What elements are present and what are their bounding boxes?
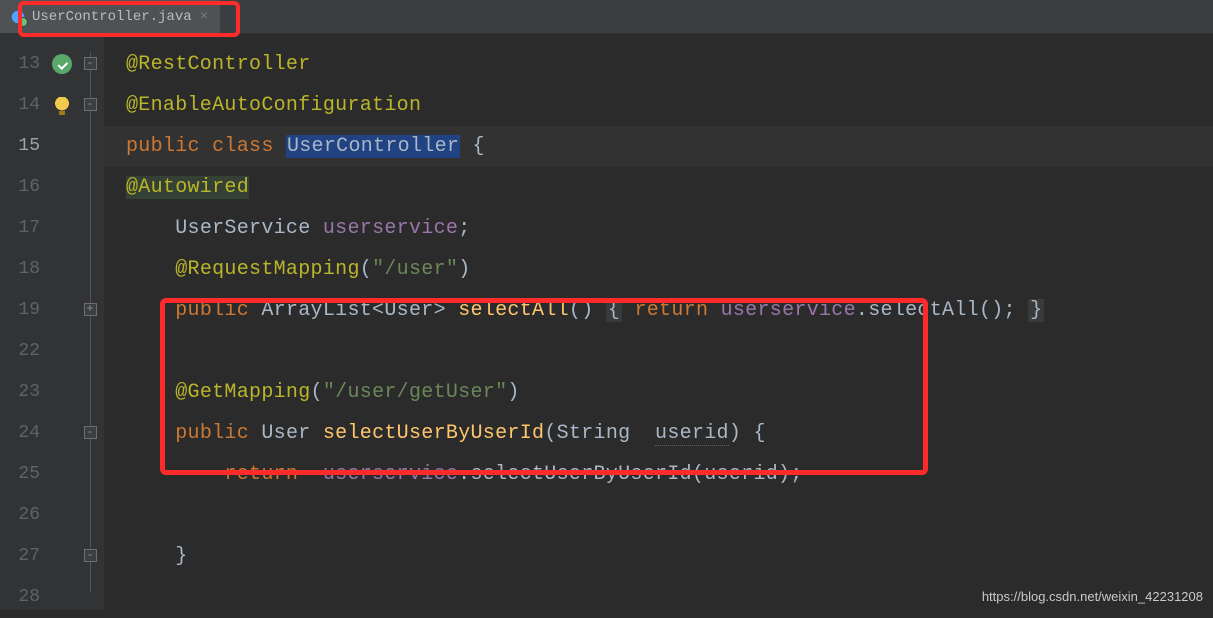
watermark-text: https://blog.csdn.net/weixin_42231208 xyxy=(982,589,1203,604)
code-line[interactable]: @EnableAutoConfiguration xyxy=(104,85,1213,126)
line-number: 18 xyxy=(0,249,48,290)
fold-slot xyxy=(76,126,104,167)
fold-slot xyxy=(76,249,104,290)
gutter-icon-slot xyxy=(48,44,76,85)
fold-slot xyxy=(76,208,104,249)
code-line[interactable] xyxy=(104,495,1213,536)
line-number: 23 xyxy=(0,372,48,413)
tab-bar: UserController.java × xyxy=(0,0,1213,34)
gutter-icon-slot xyxy=(48,208,76,249)
code-line[interactable]: public User selectUserByUserId(String us… xyxy=(104,413,1213,454)
intention-bulb-icon[interactable] xyxy=(54,97,70,113)
fold-slot xyxy=(76,495,104,536)
tab-filename: UserController.java xyxy=(32,9,192,25)
code-line[interactable]: @RestController xyxy=(104,44,1213,85)
fold-slot xyxy=(76,331,104,372)
code-line[interactable]: } xyxy=(104,536,1213,577)
gutter-icon-slot xyxy=(48,249,76,290)
close-icon[interactable]: × xyxy=(198,9,210,25)
line-number: 19 xyxy=(0,290,48,331)
code-line[interactable]: @Autowired xyxy=(104,167,1213,208)
fold-slot xyxy=(76,372,104,413)
gutter-icon-slot xyxy=(48,495,76,536)
code-line[interactable] xyxy=(104,331,1213,372)
line-number: 13 xyxy=(0,44,48,85)
fold-toggle[interactable]: + xyxy=(76,290,104,331)
gutter-icon-slot xyxy=(48,126,76,167)
fold-gutter: - - + - - xyxy=(76,34,104,610)
fold-slot xyxy=(76,454,104,495)
editor-area: 13 14 15 16 17 18 19 22 23 24 25 26 27 2… xyxy=(0,34,1213,610)
code-line[interactable]: @RequestMapping("/user") xyxy=(104,249,1213,290)
line-number: 17 xyxy=(0,208,48,249)
fold-toggle[interactable]: - xyxy=(76,44,104,85)
icon-gutter xyxy=(48,34,76,610)
gutter-icon-slot xyxy=(48,85,76,126)
fold-toggle[interactable]: - xyxy=(76,536,104,577)
line-number: 25 xyxy=(0,454,48,495)
line-number: 27 xyxy=(0,536,48,577)
gutter-icon-slot xyxy=(48,577,76,618)
code-line[interactable]: UserService userservice; xyxy=(104,208,1213,249)
line-number: 22 xyxy=(0,331,48,372)
fold-toggle[interactable]: - xyxy=(76,85,104,126)
gutter-icon-slot xyxy=(48,290,76,331)
gutter-icon-slot xyxy=(48,413,76,454)
gutter-icon-slot xyxy=(48,167,76,208)
code-line[interactable]: return userservice.selectUserByUserId(us… xyxy=(104,454,1213,495)
code-line[interactable]: public ArrayList<User> selectAll() { ret… xyxy=(104,290,1213,331)
gutter-icon-slot xyxy=(48,331,76,372)
java-file-icon xyxy=(10,9,26,25)
fold-slot xyxy=(76,167,104,208)
code-line[interactable]: @GetMapping("/user/getUser") xyxy=(104,372,1213,413)
code-line-current[interactable]: public class UserController { xyxy=(104,126,1213,167)
line-number: 26 xyxy=(0,495,48,536)
run-class-icon[interactable] xyxy=(52,54,72,74)
editor-tab[interactable]: UserController.java × xyxy=(0,0,220,33)
gutter-icon-slot xyxy=(48,454,76,495)
line-number: 14 xyxy=(0,85,48,126)
line-number: 15 xyxy=(0,126,48,167)
fold-slot xyxy=(76,577,104,618)
line-number: 28 xyxy=(0,577,48,618)
fold-toggle[interactable]: - xyxy=(76,413,104,454)
code-editor[interactable]: @RestController @EnableAutoConfiguration… xyxy=(104,34,1213,610)
gutter-icon-slot xyxy=(48,536,76,577)
gutter-icon-slot xyxy=(48,372,76,413)
line-number: 24 xyxy=(0,413,48,454)
line-number-gutter: 13 14 15 16 17 18 19 22 23 24 25 26 27 2… xyxy=(0,34,48,610)
line-number: 16 xyxy=(0,167,48,208)
